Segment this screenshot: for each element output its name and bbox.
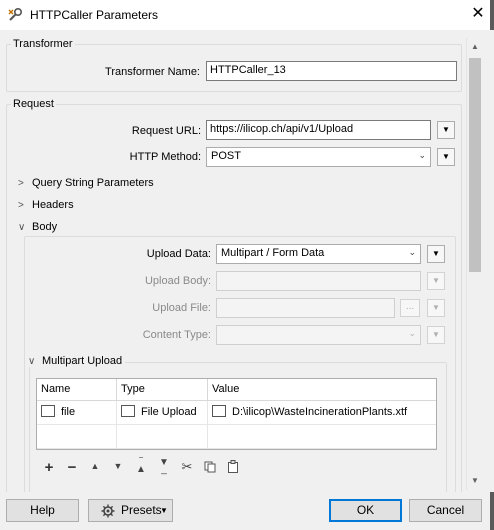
gear-icon — [101, 504, 115, 518]
http-method-menu-button[interactable]: ▼ — [437, 148, 455, 166]
upload-file-input — [216, 298, 395, 318]
request-url-input[interactable]: https://ilicop.ch/api/v1/Upload — [206, 120, 431, 140]
upload-data-select[interactable]: Multipart / Form Data ⌄ — [216, 244, 421, 264]
scrollbar-thumb[interactable] — [469, 58, 481, 272]
upload-body-input — [216, 271, 421, 291]
column-header-name[interactable]: Name — [37, 379, 117, 401]
column-header-type[interactable]: Type — [117, 379, 208, 401]
request-url-menu-button[interactable]: ▼ — [437, 121, 455, 139]
http-method-label: HTTP Method: — [129, 151, 201, 163]
remove-row-icon[interactable]: − — [62, 459, 82, 476]
scroll-up-icon[interactable]: ▲ — [469, 40, 481, 54]
row-name-value: file — [61, 406, 76, 418]
column-header-value[interactable]: Value — [208, 379, 436, 401]
scroll-down-icon[interactable]: ▼ — [469, 474, 481, 488]
cell-edit-icon — [121, 405, 135, 417]
content-type-menu-button: ▼ — [427, 326, 445, 344]
table-cell-name[interactable]: file — [37, 401, 117, 425]
window-title: HTTPCaller Parameters — [30, 8, 159, 22]
headers-label: Headers — [32, 199, 74, 211]
move-to-bottom-icon[interactable]: ▼ _ — [154, 458, 174, 475]
transformer-tool-icon — [8, 7, 23, 21]
table-cell-empty[interactable] — [208, 425, 436, 449]
move-down-icon[interactable]: ▼ — [108, 461, 128, 471]
body-toggle[interactable]: ∨ Body — [18, 221, 57, 233]
close-icon[interactable]: ✕ — [470, 5, 486, 23]
multipart-table: Name Type Value file File Upload D:\ilic… — [36, 378, 437, 450]
presets-button[interactable]: Presets ▼ — [88, 499, 173, 522]
chevron-down-icon: ∨ — [18, 222, 26, 233]
table-cell-empty[interactable] — [37, 425, 117, 449]
chevron-right-icon: > — [18, 178, 24, 189]
cell-edit-icon — [41, 405, 55, 417]
table-cell-empty[interactable] — [117, 425, 208, 449]
cancel-button[interactable]: Cancel — [409, 499, 482, 522]
content-type-select: ⌄ — [216, 325, 421, 345]
chevron-down-icon: ⌄ — [408, 328, 416, 338]
cut-icon[interactable]: ✂ — [177, 459, 197, 475]
ok-button[interactable]: OK — [329, 499, 402, 522]
row-type-value: File Upload — [141, 406, 197, 418]
transformer-group-label: Transformer — [11, 38, 75, 50]
paste-icon[interactable] — [227, 460, 239, 473]
chevron-down-icon: ∨ — [28, 356, 36, 367]
cell-edit-icon — [212, 405, 226, 417]
upload-data-label: Upload Data: — [146, 248, 211, 260]
caret-down-icon: ▼ — [160, 506, 168, 515]
request-url-label: Request URL: — [131, 125, 201, 137]
chevron-right-icon: > — [18, 200, 24, 211]
request-group-label: Request — [11, 98, 56, 110]
headers-toggle[interactable]: > Headers — [18, 199, 74, 211]
query-string-parameters-label: Query String Parameters — [32, 177, 154, 189]
title-bar: HTTPCaller Parameters ✕ — [0, 0, 494, 30]
http-method-value: POST — [211, 150, 241, 162]
add-row-icon[interactable]: + — [39, 459, 59, 476]
move-up-icon[interactable]: ▲ — [85, 461, 105, 471]
upload-file-menu-button: ▼ — [427, 299, 445, 317]
upload-file-label: Upload File: — [152, 302, 211, 314]
content-type-label: Content Type: — [142, 329, 211, 341]
multipart-upload-toggle[interactable]: ∨ Multipart Upload — [28, 355, 126, 367]
body-label: Body — [32, 221, 58, 233]
upload-body-menu-button: ▼ — [427, 272, 445, 290]
help-button[interactable]: Help — [6, 499, 79, 522]
transformer-name-input[interactable]: HTTPCaller_13 — [206, 61, 457, 81]
upload-body-label: Upload Body: — [144, 275, 211, 287]
chevron-down-icon: ⌄ — [418, 150, 426, 160]
copy-icon[interactable] — [204, 461, 216, 473]
row-value-value: D:\ilicop\WasteIncinerationPlants.xtf — [232, 406, 408, 418]
http-method-select[interactable]: POST ⌄ — [206, 147, 431, 167]
transformer-name-label: Transformer Name: — [105, 66, 200, 78]
chevron-down-icon: ⌄ — [408, 247, 416, 257]
move-to-top-icon[interactable]: ‾ ▲ — [131, 458, 151, 475]
query-string-parameters-toggle[interactable]: > Query String Parameters — [18, 177, 154, 189]
table-cell-value[interactable]: D:\ilicop\WasteIncinerationPlants.xtf — [208, 401, 436, 425]
dialog-content: Transformer Transformer Name: HTTPCaller… — [0, 30, 494, 492]
presets-label: Presets — [121, 503, 162, 517]
browse-file-button: ... — [400, 299, 420, 317]
multipart-upload-label: Multipart Upload — [42, 355, 123, 367]
upload-data-value: Multipart / Form Data — [221, 247, 325, 259]
upload-data-menu-button[interactable]: ▼ — [427, 245, 445, 263]
table-cell-type[interactable]: File Upload — [117, 401, 208, 425]
